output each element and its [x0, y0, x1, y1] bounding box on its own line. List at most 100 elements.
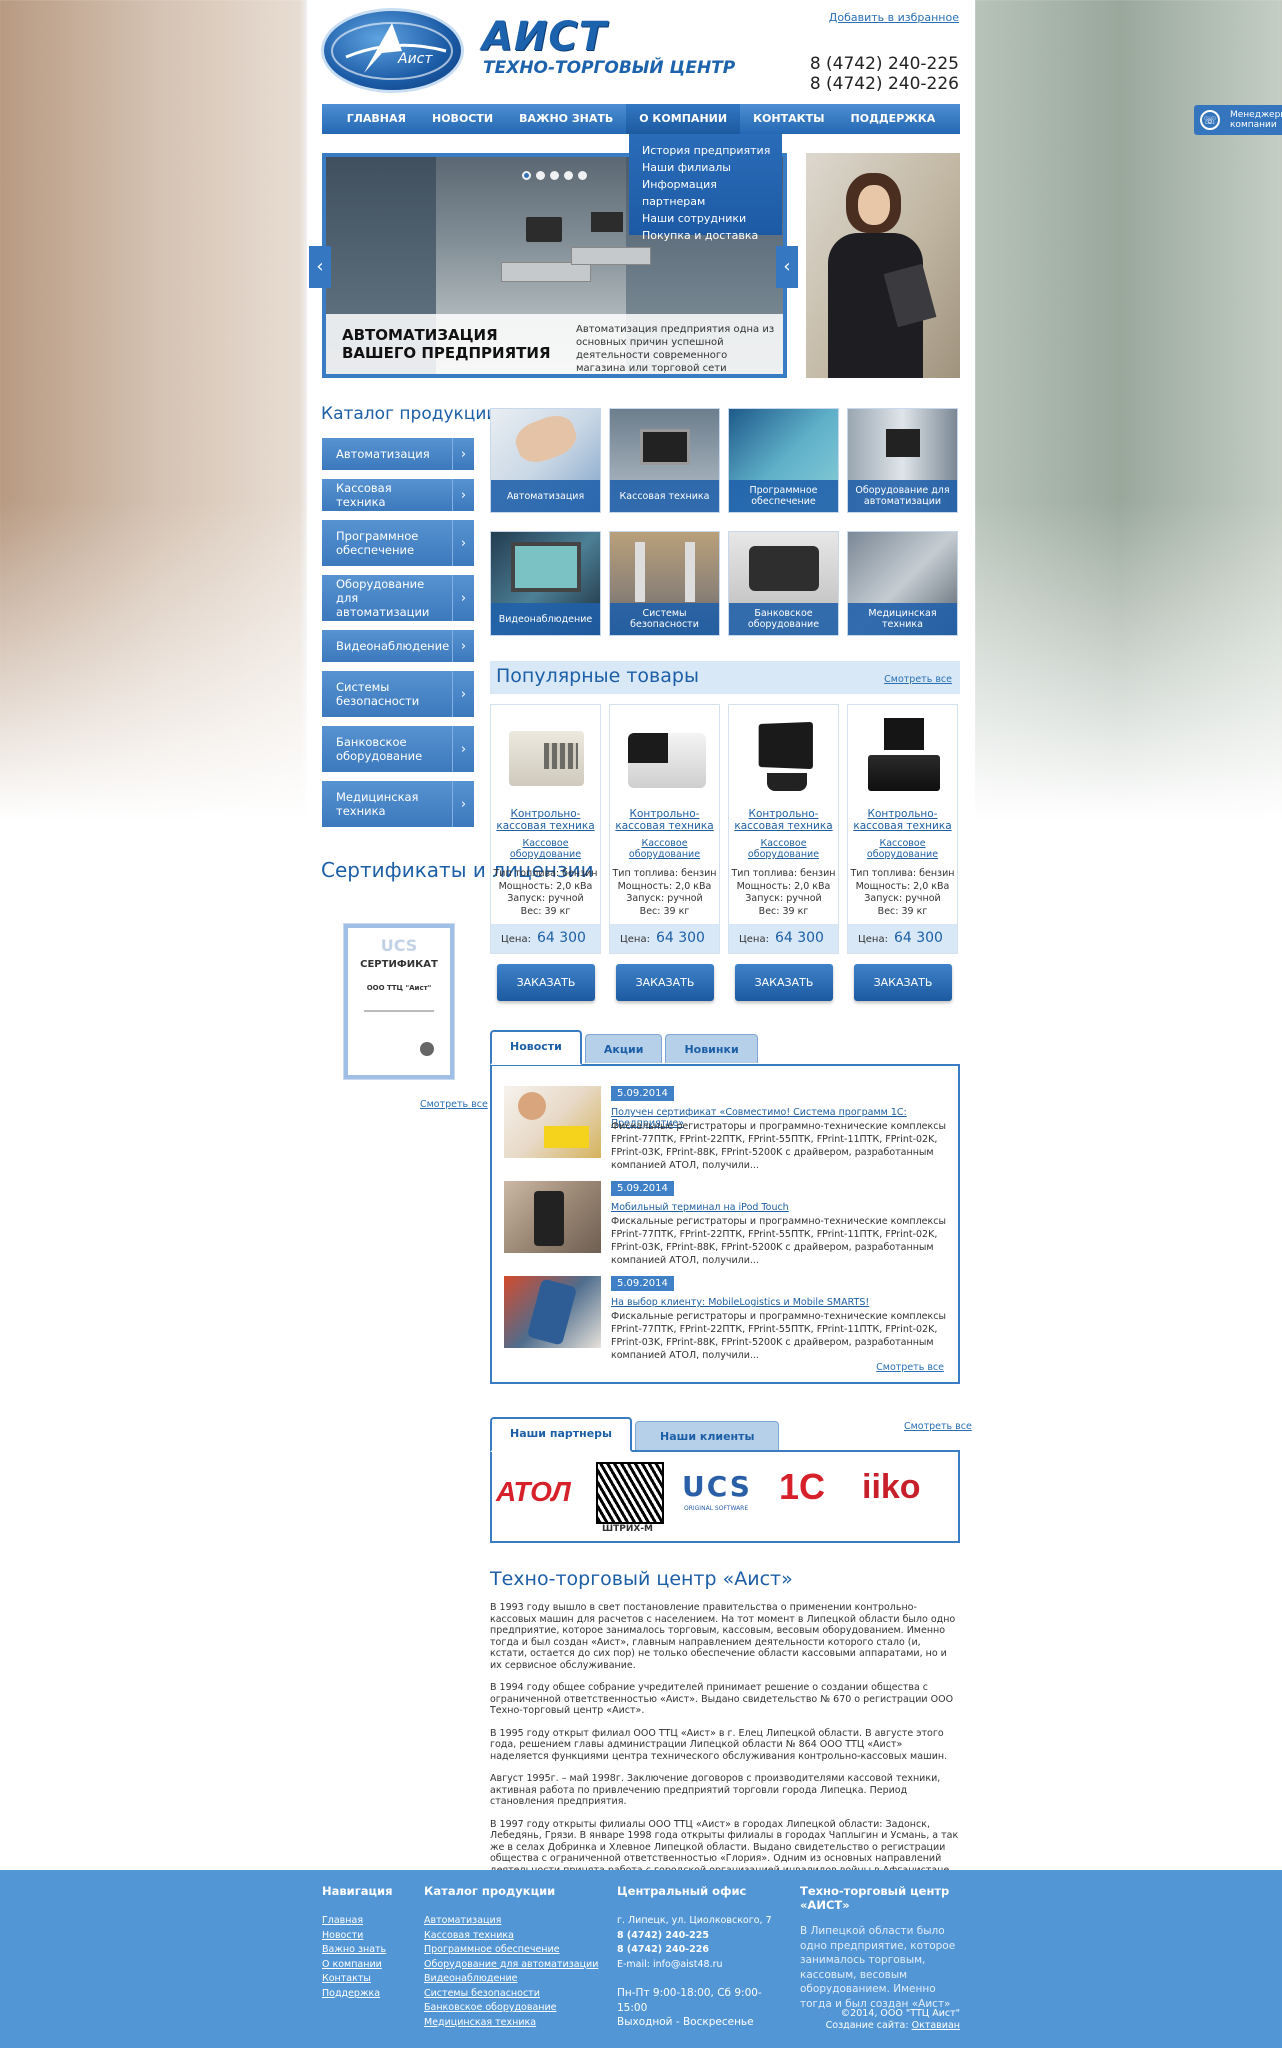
news-title-link[interactable]: На выбор клиенту: MobileLogistics и Mobi… — [611, 1297, 869, 1308]
certificate-image[interactable]: UCS СЕРТИФИКАТ ООО ТТЦ "Аист" — [343, 923, 455, 1080]
nav-contacts[interactable]: КОНТАКТЫ — [740, 104, 837, 134]
footer-link-contacts[interactable]: Контакты — [322, 1972, 392, 1987]
tile-security[interactable]: Системы безопасности — [609, 531, 720, 636]
tile-software[interactable]: Программное обеспечение — [728, 408, 839, 513]
news-title-link[interactable]: Мобильный терминал на iPod Touch — [611, 1202, 789, 1213]
footer-about: Техно-торговый центр «АИСТ» В Липецкой о… — [800, 1884, 960, 2011]
order-button[interactable]: ЗАКАЗАТЬ — [616, 964, 714, 1001]
slider-dot[interactable] — [522, 171, 531, 180]
product-name-link[interactable]: Контрольно-кассовая техника — [610, 808, 719, 832]
product-type-link[interactable]: Кассовое оборудование — [848, 838, 957, 860]
partner-logo-1c[interactable]: 1С — [779, 1466, 825, 1508]
news-date: 5.09.2014 — [611, 1276, 674, 1291]
box-shape — [544, 1126, 589, 1148]
slider-dot[interactable] — [550, 171, 559, 180]
catalog-item-cash[interactable]: Кассовая техника › — [322, 479, 474, 511]
tile-video[interactable]: Видеонаблюдение — [490, 531, 601, 636]
product-image[interactable] — [856, 713, 951, 803]
tab-clients[interactable]: Наши клиенты — [635, 1421, 780, 1450]
product-image[interactable] — [618, 713, 713, 803]
managers-button[interactable]: ☏ Менеджеры компании — [1194, 105, 1282, 135]
tab-news[interactable]: Новости — [490, 1030, 582, 1065]
tile-equipment[interactable]: Оборудование для автоматизации — [847, 408, 958, 513]
footer-link-home[interactable]: Главная — [322, 1914, 392, 1929]
slider-next-button[interactable]: ‹ — [776, 246, 798, 288]
tab-partners[interactable]: Наши партнеры — [490, 1417, 633, 1452]
tile-bank[interactable]: Банковское оборудование — [728, 531, 839, 636]
news-see-all-link[interactable]: Смотреть все — [876, 1362, 944, 1373]
partner-logo-atol[interactable]: АТОЛ — [496, 1476, 571, 1508]
order-button[interactable]: ЗАКАЗАТЬ — [497, 964, 595, 1001]
footer-link-about[interactable]: О компании — [322, 1958, 392, 1973]
product-name-link[interactable]: Контрольно-кассовая техника — [848, 808, 957, 832]
product-type-link[interactable]: Кассовое оборудование — [610, 838, 719, 860]
dropdown-partners-info[interactable]: Информация партнерам — [642, 176, 782, 210]
footer-cat-link[interactable]: Системы безопасности — [424, 1987, 598, 2002]
partner-logo-ucs[interactable]: UCS — [682, 1470, 752, 1503]
product-image[interactable] — [737, 713, 832, 803]
footer-link-support[interactable]: Поддержка — [322, 1987, 392, 2002]
popular-see-all-link[interactable]: Смотреть все — [884, 674, 952, 685]
catalog-item-automation[interactable]: Автоматизация › — [322, 438, 474, 470]
tab-new-items[interactable]: Новинки — [665, 1034, 758, 1063]
slider-dot[interactable] — [578, 171, 587, 180]
footer-email[interactable]: E-mail: info@aist48.ru — [617, 1958, 787, 1973]
nav-support[interactable]: ПОДДЕРЖКА — [838, 104, 949, 134]
logo[interactable]: Аист — [321, 8, 464, 93]
footer-about-title-1: Техно-торговый центр — [800, 1884, 950, 1898]
tile-label: Системы безопасности — [610, 603, 719, 635]
developer-link[interactable]: Октавиан — [912, 2020, 960, 2031]
slider-prev-button[interactable]: ‹ — [309, 246, 331, 288]
product-type-link[interactable]: Кассовое оборудование — [491, 838, 600, 860]
product-name-link[interactable]: Контрольно-кассовая техника — [491, 808, 600, 832]
product-name-link[interactable]: Контрольно-кассовая техника — [729, 808, 838, 832]
nav-important[interactable]: ВАЖНО ЗНАТЬ — [506, 104, 626, 134]
catalog-item-video[interactable]: Видеонаблюдение › — [322, 630, 474, 662]
dropdown-staff[interactable]: Наши сотрудники — [642, 210, 782, 227]
add-favorites-link[interactable]: Добавить в избранное — [829, 11, 959, 24]
news-image[interactable] — [504, 1181, 601, 1253]
made-by-label: Создание сайта: — [825, 2020, 909, 2031]
partners-see-all-link[interactable]: Смотреть все — [904, 1421, 972, 1432]
catalog-item-security[interactable]: Системы безопасности › — [322, 671, 474, 717]
footer-cat-link[interactable]: Медицинская техника — [424, 2016, 598, 2031]
about-paragraph: В 1993 году вышло в свет постановление п… — [490, 1602, 956, 1671]
cert-heading: СЕРТИФИКАТ — [360, 959, 438, 970]
product-image[interactable] — [499, 713, 594, 803]
order-button[interactable]: ЗАКАЗАТЬ — [735, 964, 833, 1001]
news-image[interactable] — [504, 1086, 601, 1158]
partner-logo-iiko[interactable]: iiko — [862, 1468, 921, 1507]
footer-link-news[interactable]: Новости — [322, 1929, 392, 1944]
partner-logo-shtrih[interactable] — [596, 1462, 664, 1524]
certificates-see-all-link[interactable]: Смотреть все — [420, 1099, 488, 1110]
spec-fuel: Тип топлива: бензин — [612, 868, 717, 879]
tile-medical[interactable]: Медицинская техника — [847, 531, 958, 636]
footer-link-important[interactable]: Важно знать — [322, 1943, 392, 1958]
nav-about[interactable]: О КОМПАНИИ — [626, 104, 741, 134]
catalog-item-software[interactable]: Программное обеспечение › — [322, 520, 474, 566]
news-image[interactable] — [504, 1276, 601, 1348]
catalog-item-equipment[interactable]: Оборудование для автоматизации › — [322, 575, 474, 621]
scale-display-2 — [591, 212, 623, 232]
nav-home[interactable]: ГЛАВНАЯ — [334, 104, 419, 134]
slider-dot[interactable] — [536, 171, 545, 180]
catalog-item-bank[interactable]: Банковское оборудование › — [322, 726, 474, 772]
nav-news[interactable]: НОВОСТИ — [419, 104, 506, 134]
tile-cash[interactable]: Кассовая техника — [609, 408, 720, 513]
footer-cat-link[interactable]: Программное обеспечение — [424, 1943, 598, 1958]
slider-dot[interactable] — [564, 171, 573, 180]
order-button[interactable]: ЗАКАЗАТЬ — [854, 964, 952, 1001]
footer-cat-link[interactable]: Банковское оборудование — [424, 2001, 598, 2016]
product-type-link[interactable]: Кассовое оборудование — [729, 838, 838, 860]
footer-cat-link[interactable]: Автоматизация — [424, 1914, 598, 1929]
catalog-item-medical[interactable]: Медицинская техника › — [322, 781, 474, 827]
keypad-shape — [544, 743, 578, 769]
footer-cat-link[interactable]: Видеонаблюдение — [424, 1972, 598, 1987]
tab-promotions[interactable]: Акции — [584, 1034, 663, 1063]
dropdown-delivery[interactable]: Покупка и доставка — [642, 227, 782, 244]
dropdown-branches[interactable]: Наши филиалы — [642, 159, 782, 176]
dropdown-history[interactable]: История предприятия — [642, 142, 782, 159]
footer-cat-link[interactable]: Оборудование для автоматизации — [424, 1958, 598, 1973]
tile-automation[interactable]: Автоматизация — [490, 408, 601, 513]
footer-cat-link[interactable]: Кассовая техника — [424, 1929, 598, 1944]
